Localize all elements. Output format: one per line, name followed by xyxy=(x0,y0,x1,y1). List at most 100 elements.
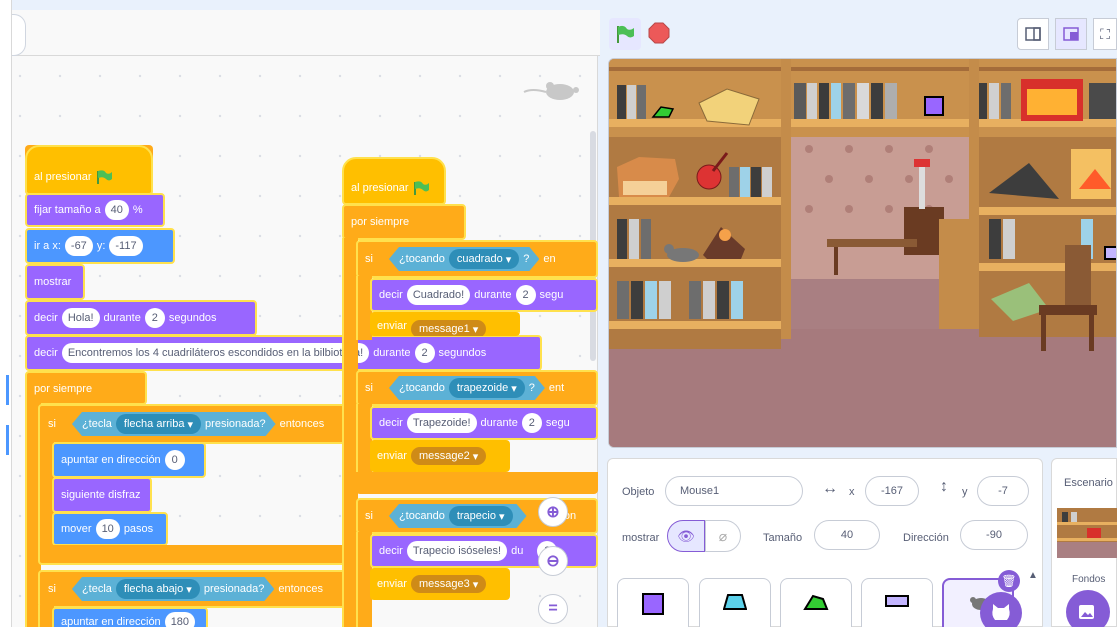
zoom-reset-button[interactable]: = xyxy=(538,594,568,624)
secs-input[interactable]: 2 xyxy=(414,343,435,363)
dropdown-value: flecha abajo xyxy=(123,583,184,595)
zoom-out-button[interactable]: ⊖ xyxy=(538,546,568,576)
block-text: segu xyxy=(539,289,564,301)
next-costume-block[interactable]: siguiente disfraz xyxy=(52,477,152,513)
size-input[interactable]: 40 xyxy=(104,200,129,220)
block-text: si xyxy=(365,510,373,522)
if-block[interactable]: si ¿tocando cuadrado ▾ ? en xyxy=(356,240,598,278)
sprite-tile-trapecio[interactable] xyxy=(780,578,852,627)
direction-input[interactable]: 0 xyxy=(164,450,185,470)
secs-input[interactable]: 2 xyxy=(144,308,165,328)
normal-stage-button[interactable] xyxy=(1055,18,1087,50)
message-input[interactable]: Cuadrado! xyxy=(406,285,471,305)
fullscreen-button[interactable]: ⛶ xyxy=(1093,18,1117,50)
sprite-tile-trapezoid[interactable] xyxy=(699,578,771,627)
block-text: durante xyxy=(474,289,512,301)
move-steps-block[interactable]: mover 10 pasos xyxy=(52,512,168,546)
forever-block[interactable]: por siempre xyxy=(25,371,147,405)
message-dropdown[interactable]: message3 ▾ xyxy=(410,575,487,593)
block-text: ¿tocando xyxy=(398,510,445,522)
x-position-input[interactable]: -167 xyxy=(865,476,919,506)
if-block[interactable]: si ¿tocando trapezoide ▾ ? ent xyxy=(356,370,598,406)
say-for-secs-block[interactable]: decir Hola! durante 2 segundos xyxy=(25,300,257,336)
hide-sprite-button[interactable]: ⌀ xyxy=(705,520,741,552)
fullscreen-icon: ⛶ xyxy=(1100,25,1110,42)
trapecio-sprite-icon xyxy=(803,594,829,610)
go-to-xy-block[interactable]: ir a x: -67 y: -117 xyxy=(25,228,175,264)
when-flag-clicked-block[interactable]: al presionar xyxy=(25,145,153,195)
key-pressed-condition[interactable]: ¿tecla flecha arriba ▾ presionada? xyxy=(72,412,276,436)
broadcast-block[interactable]: enviar message2 ▾ xyxy=(370,440,510,472)
trash-icon: 🗑 xyxy=(1001,574,1017,588)
eye-icon: 👁 xyxy=(677,527,695,544)
size-input[interactable]: 40 xyxy=(814,520,880,550)
scroll-up-icon[interactable]: ▲ xyxy=(1028,570,1042,584)
backdrop-thumbnail[interactable] xyxy=(1057,508,1117,558)
object-dropdown[interactable]: cuadrado ▾ xyxy=(449,249,519,269)
small-stage-icon xyxy=(1025,27,1041,41)
forever-block[interactable]: por siempre xyxy=(342,204,466,240)
object-dropdown[interactable]: trapecio ▾ xyxy=(449,506,513,526)
message-dropdown[interactable]: message2 ▾ xyxy=(410,447,487,465)
add-sprite-button[interactable] xyxy=(980,592,1022,627)
stage-panel-title: Escenario xyxy=(1064,477,1113,489)
zoom-in-button[interactable]: ⊕ xyxy=(538,497,568,527)
direction-label: Dirección xyxy=(903,532,949,544)
message-input[interactable]: Trapecio isóseles! xyxy=(406,541,508,561)
y-position-input[interactable]: -7 xyxy=(977,476,1029,506)
set-size-block[interactable]: fijar tamaño a 40 % xyxy=(25,193,165,227)
palette-indicator xyxy=(6,425,9,455)
object-dropdown[interactable]: trapezoide ▾ xyxy=(449,378,525,398)
library-backdrop xyxy=(609,59,1116,447)
touching-condition[interactable]: ¿tocando trapezoide ▾ ? xyxy=(389,376,545,400)
show-block[interactable]: mostrar xyxy=(25,264,85,300)
stage-canvas[interactable] xyxy=(608,58,1117,448)
block-text: ? xyxy=(523,253,530,265)
key-pressed-condition[interactable]: ¿tecla flecha abajo ▾ presionada? xyxy=(72,577,274,601)
block-text: durante xyxy=(480,417,518,429)
if-footer xyxy=(356,472,598,494)
stop-button[interactable] xyxy=(648,22,670,44)
steps-input[interactable]: 10 xyxy=(95,519,120,539)
green-flag-button[interactable] xyxy=(609,18,641,50)
add-backdrop-button[interactable] xyxy=(1066,590,1110,627)
block-text: si xyxy=(48,418,56,430)
say-for-secs-block[interactable]: decir Cuadrado! durante 2 segu xyxy=(370,278,598,312)
sprite-name-input[interactable]: Mouse1 xyxy=(665,476,803,506)
broadcast-block[interactable]: enviar message3 ▾ xyxy=(370,568,510,600)
dropdown-value: trapecio xyxy=(456,510,496,522)
small-stage-button[interactable] xyxy=(1017,18,1049,50)
if-block[interactable]: si ¿tecla flecha abajo ▾ presionada? ent… xyxy=(38,570,370,608)
key-dropdown[interactable]: flecha abajo ▾ xyxy=(116,579,200,599)
direction-input[interactable]: -90 xyxy=(960,520,1028,550)
y-input[interactable]: -117 xyxy=(109,236,143,256)
message-input[interactable]: Trapezoide! xyxy=(406,413,477,433)
direction-input[interactable]: 180 xyxy=(164,612,196,627)
block-text: enviar xyxy=(377,578,407,590)
message-input[interactable]: Hola! xyxy=(61,308,100,328)
block-text: decir xyxy=(379,417,403,429)
say-for-secs-block[interactable]: decir Encontremos los 4 cuadriláteros es… xyxy=(25,335,542,371)
when-flag-clicked-block[interactable]: al presionar xyxy=(342,157,446,205)
y-label: y xyxy=(962,486,968,498)
key-dropdown[interactable]: flecha arriba ▾ xyxy=(116,414,201,434)
say-for-secs-block[interactable]: decir Trapezoide! durante 2 segu xyxy=(370,406,598,440)
secs-input[interactable]: 2 xyxy=(521,413,542,433)
secs-input[interactable]: 2 xyxy=(515,285,536,305)
broadcast-block[interactable]: enviar message1 ▾ xyxy=(370,312,520,336)
show-sprite-button[interactable]: 👁 xyxy=(667,520,705,552)
if-block[interactable]: si ¿tecla flecha arriba ▾ presionada? en… xyxy=(38,404,370,444)
delete-sprite-button[interactable]: 🗑 xyxy=(998,570,1020,592)
green-flag-icon xyxy=(414,181,430,195)
point-direction-block[interactable]: apuntar en dirección 180 xyxy=(52,607,208,627)
point-direction-block[interactable]: apuntar en dirección 0 xyxy=(52,442,206,478)
touching-condition[interactable]: ¿tocando cuadrado ▾ ? xyxy=(389,247,539,271)
sprite-tile-square[interactable] xyxy=(617,578,689,627)
message-dropdown[interactable]: message1 ▾ xyxy=(410,320,487,336)
block-text: pasos xyxy=(123,523,154,535)
touching-condition[interactable]: ¿tocando trapecio ▾ xyxy=(389,504,527,528)
x-input[interactable]: -67 xyxy=(64,236,93,256)
sprite-tile-rectangle[interactable] xyxy=(861,578,933,627)
message-input[interactable]: Encontremos los 4 cuadriláteros escondid… xyxy=(61,343,370,363)
block-text: durante xyxy=(373,347,411,359)
